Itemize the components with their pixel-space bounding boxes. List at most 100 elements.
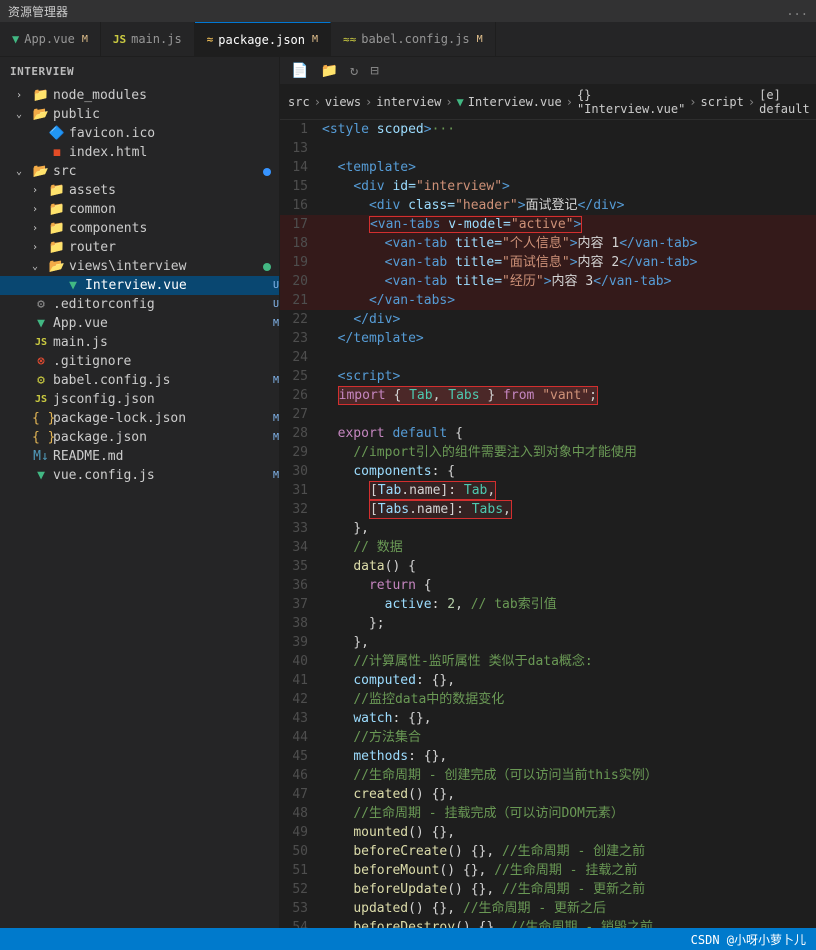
code-lines: 1 <style scoped>··· 13 14 <template> 15 xyxy=(280,120,816,928)
sidebar-item-common[interactable]: › 📁 common xyxy=(0,200,279,219)
main-area: INTERVIEW › 📁 node_modules ⌄ 📂 public 🔷 … xyxy=(0,57,816,928)
chevron-right-icon: › xyxy=(32,242,48,253)
chevron-right-icon: › xyxy=(32,223,48,234)
tab-label: main.js xyxy=(131,32,182,46)
code-line-28: 28 export default { xyxy=(280,424,816,443)
code-line-19: 19 <van-tab title="面试信息">内容 2</van-tab> xyxy=(280,253,816,272)
code-line-34: 34 // 数据 xyxy=(280,538,816,557)
code-line-50: 50 beforeCreate() {}, //生命周期 - 创建之前 xyxy=(280,842,816,861)
vue-icon: ▼ xyxy=(32,468,50,483)
sidebar-item-main-js[interactable]: JS main.js xyxy=(0,333,279,352)
code-line-1: 1 <style scoped>··· xyxy=(280,120,816,139)
code-line-22: 22 </div> xyxy=(280,310,816,329)
sidebar-item-router[interactable]: › 📁 router xyxy=(0,238,279,257)
code-line-45: 45 methods: {}, xyxy=(280,747,816,766)
new-folder-icon[interactable]: 📁 xyxy=(317,61,340,81)
code-line-44: 44 //方法集合 xyxy=(280,728,816,747)
chevron-down-icon: ⌄ xyxy=(16,109,32,120)
code-line-48: 48 //生命周期 - 挂载完成（可以访问DOM元素） xyxy=(280,804,816,823)
sidebar-item-gitignore[interactable]: ⊗ .gitignore xyxy=(0,352,279,371)
modified-dot xyxy=(263,263,271,271)
js-icon: JS xyxy=(32,337,50,348)
sidebar-item-node-modules[interactable]: › 📁 node_modules xyxy=(0,86,279,105)
js-icon: JS xyxy=(32,394,50,405)
code-line-15: 15 <div id="interview"> xyxy=(280,177,816,196)
modified-dot xyxy=(263,168,271,176)
code-line-40: 40 //计算属性-监听属性 类似于data概念: xyxy=(280,652,816,671)
chevron-right-icon: › xyxy=(32,185,48,196)
editor-toolbar: 📄 📁 ↻ ⊟ xyxy=(280,57,816,85)
sidebar-item-components[interactable]: › 📁 components xyxy=(0,219,279,238)
vue-icon: ▼ xyxy=(64,278,82,293)
md-icon: M↓ xyxy=(32,449,50,464)
status-bar: CSDN @小呀小萝卜儿 xyxy=(0,928,816,950)
sidebar-item-index-html[interactable]: ◼ index.html xyxy=(0,143,279,162)
babel-icon: ≈≈ xyxy=(343,33,356,46)
title-bar: 资源管理器 ... xyxy=(0,0,816,22)
breadcrumb: src › views › interview › ▼ Interview.vu… xyxy=(280,85,816,120)
refresh-icon[interactable]: ↻ xyxy=(347,61,361,81)
sidebar-item-vue-config[interactable]: ▼ vue.config.js M xyxy=(0,466,279,485)
sidebar-item-interview-vue[interactable]: ▼ Interview.vue U xyxy=(0,276,279,295)
folder-icon: 📁 xyxy=(48,240,66,255)
sidebar: INTERVIEW › 📁 node_modules ⌄ 📂 public 🔷 … xyxy=(0,57,280,928)
vue-icon: ▼ xyxy=(32,316,50,331)
folder-icon: 📂 xyxy=(48,259,66,274)
code-line-52: 52 beforeUpdate() {}, //生命周期 - 更新之前 xyxy=(280,880,816,899)
sidebar-item-package-json[interactable]: { } package.json M xyxy=(0,428,279,447)
code-line-39: 39 }, xyxy=(280,633,816,652)
code-line-27: 27 xyxy=(280,405,816,424)
sidebar-item-public[interactable]: ⌄ 📂 public xyxy=(0,105,279,124)
config-icon: ⚙ xyxy=(32,297,50,312)
code-line-43: 43 watch: {}, xyxy=(280,709,816,728)
code-line-23: 23 </template> xyxy=(280,329,816,348)
html-icon: ◼ xyxy=(48,145,66,160)
code-line-30: 30 components: { xyxy=(280,462,816,481)
tab-label: package.json xyxy=(218,33,305,47)
tab-babel-config[interactable]: ≈≈ babel.config.js M xyxy=(331,22,496,56)
tab-main-js[interactable]: JS main.js xyxy=(101,22,195,56)
status-right: CSDN @小呀小萝卜儿 xyxy=(691,931,806,948)
sidebar-item-favicon[interactable]: 🔷 favicon.ico xyxy=(0,124,279,143)
code-line-26: 26 import { Tab, Tabs } from "vant"; xyxy=(280,386,816,405)
json-icon: { } xyxy=(32,430,50,445)
sidebar-item-editorconfig[interactable]: ⚙ .editorconfig U xyxy=(0,295,279,314)
code-line-21: 21 </van-tabs> xyxy=(280,291,816,310)
sidebar-item-views-interview[interactable]: ⌄ 📂 views\interview xyxy=(0,257,279,276)
sidebar-item-assets[interactable]: › 📁 assets xyxy=(0,181,279,200)
title-label: 资源管理器 xyxy=(8,3,68,20)
vue-icon: ▼ xyxy=(12,32,19,46)
json-icon: { } xyxy=(32,411,50,426)
code-line-53: 53 updated() {}, //生命周期 - 更新之后 xyxy=(280,899,816,918)
sidebar-item-app-vue[interactable]: ▼ App.vue M xyxy=(0,314,279,333)
code-line-32: 32 [Tabs.name]: Tabs, xyxy=(280,500,816,519)
sidebar-item-babel-config[interactable]: ⚙ babel.config.js M xyxy=(0,371,279,390)
code-line-38: 38 }; xyxy=(280,614,816,633)
chevron-right-icon: › xyxy=(32,204,48,215)
chevron-down-icon: ⌄ xyxy=(32,261,48,272)
sidebar-item-readme[interactable]: M↓ README.md xyxy=(0,447,279,466)
folder-icon: 📂 xyxy=(32,164,50,179)
code-line-17: 17 <van-tabs v-model="active"> xyxy=(280,215,816,234)
code-editor[interactable]: 1 <style scoped>··· 13 14 <template> 15 xyxy=(280,120,816,928)
collapse-icon[interactable]: ⊟ xyxy=(367,61,381,81)
code-line-24: 24 xyxy=(280,348,816,367)
code-line-20: 20 <van-tab title="经历">内容 3</van-tab> xyxy=(280,272,816,291)
tab-app-vue[interactable]: ▼ App.vue M xyxy=(0,22,101,56)
tab-package-json[interactable]: ≈ package.json M xyxy=(195,22,331,56)
folder-icon: 📂 xyxy=(32,107,50,122)
git-icon: ⊗ xyxy=(32,354,50,369)
new-file-icon[interactable]: 📄 xyxy=(288,61,311,81)
sidebar-item-src[interactable]: ⌄ 📂 src xyxy=(0,162,279,181)
sidebar-item-package-lock[interactable]: { } package-lock.json M xyxy=(0,409,279,428)
code-line-41: 41 computed: {}, xyxy=(280,671,816,690)
code-line-33: 33 }, xyxy=(280,519,816,538)
code-line-37: 37 active: 2, // tab索引值 xyxy=(280,595,816,614)
code-line-18: 18 <van-tab title="个人信息">内容 1</van-tab> xyxy=(280,234,816,253)
folder-icon: 📁 xyxy=(48,202,66,217)
favicon-icon: 🔷 xyxy=(48,126,66,141)
code-line-36: 36 return { xyxy=(280,576,816,595)
code-line-25: 25 <script> xyxy=(280,367,816,386)
sidebar-item-jsconfig-json[interactable]: JS jsconfig.json xyxy=(0,390,279,409)
code-line-47: 47 created() {}, xyxy=(280,785,816,804)
